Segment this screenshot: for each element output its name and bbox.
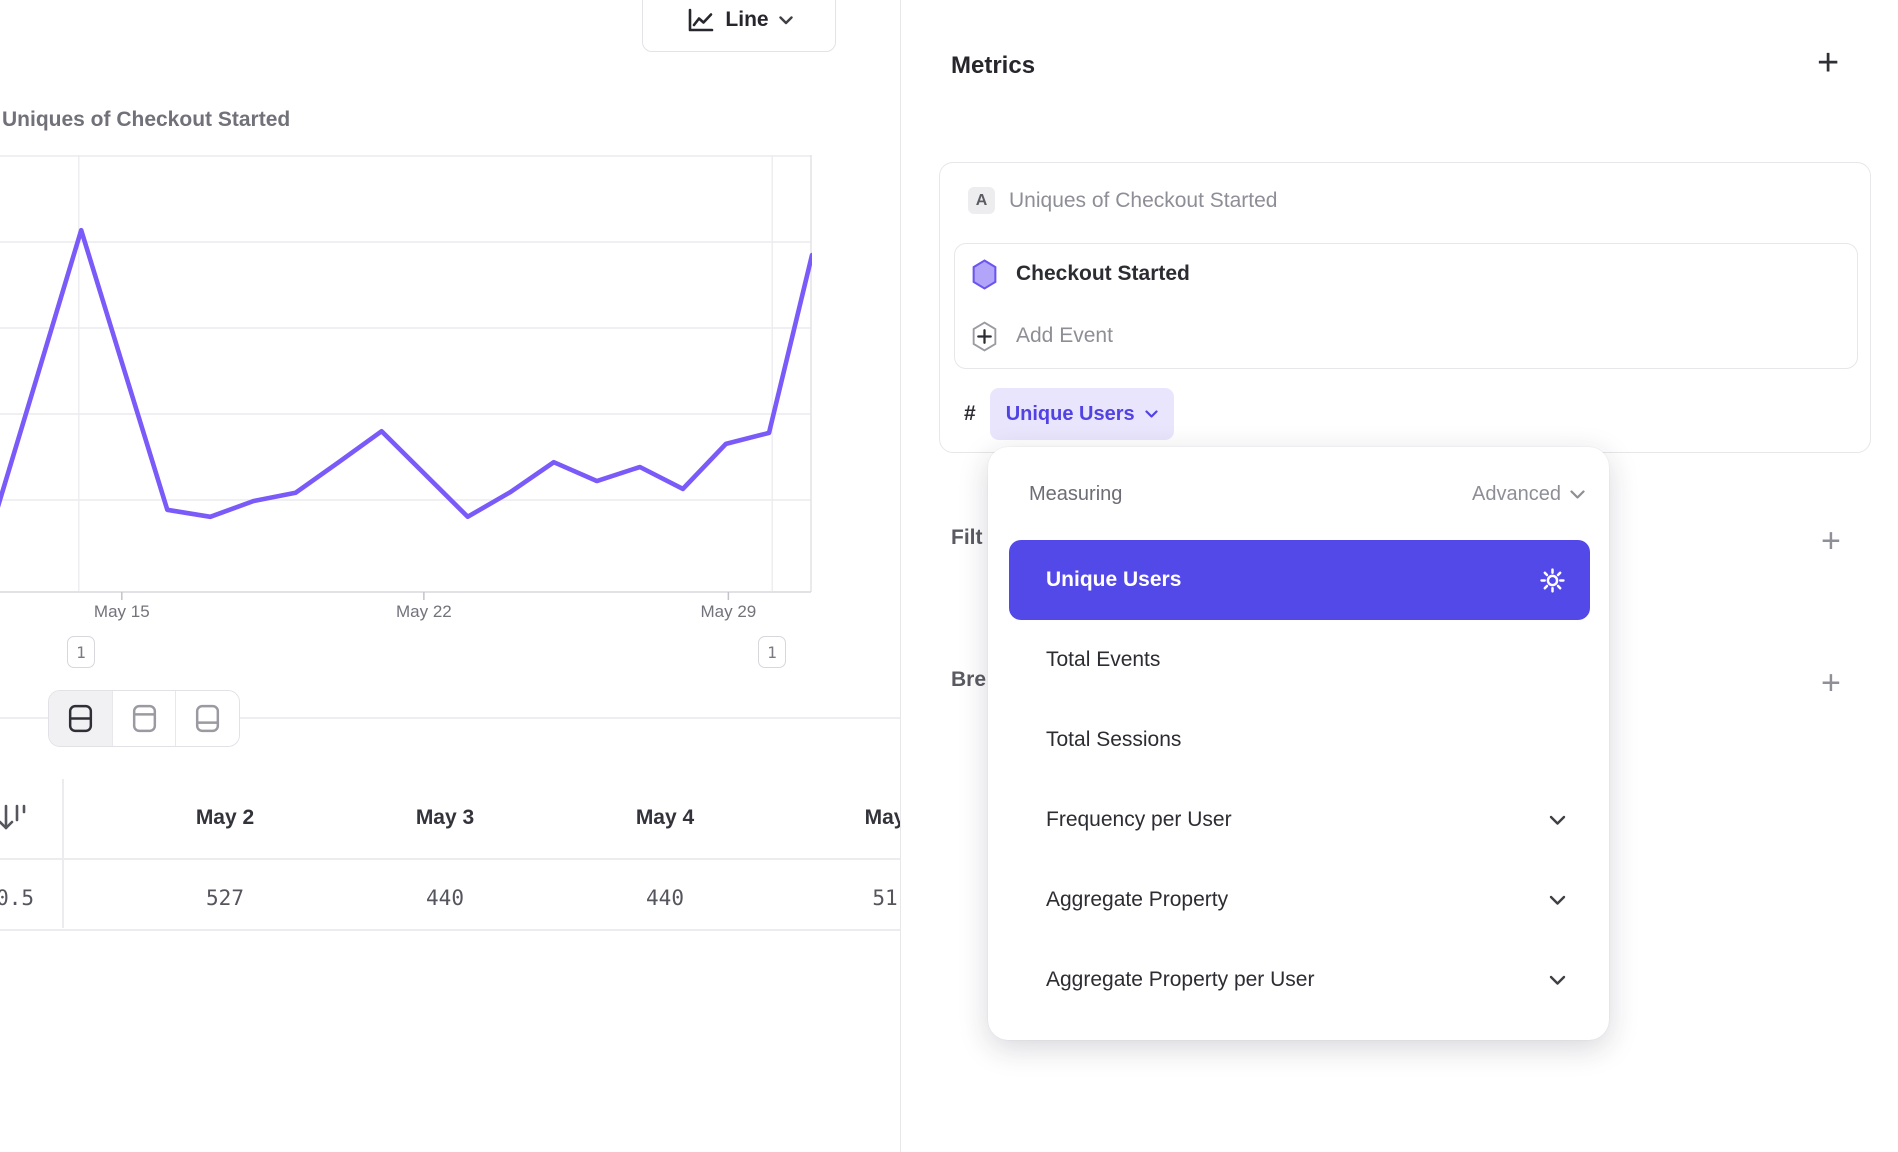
chart-pane: Line Uniques of Checkout Started May 15 M… — [0, 0, 900, 1152]
menu-item-unique-users[interactable]: Unique Users — [1009, 540, 1590, 620]
vertical-gridlines — [79, 155, 772, 591]
event-card: Checkout Started Add Event — [954, 243, 1858, 369]
measurement-label: Unique Users — [1006, 403, 1135, 426]
menu-item-label: Total Sessions — [1046, 728, 1181, 752]
metric-card: A Uniques of Checkout Started Checkout S… — [939, 162, 1871, 453]
add-event-label: Add Event — [1016, 324, 1113, 348]
measurement-dropdown[interactable]: Unique Users — [990, 388, 1174, 440]
menu-item-label: Aggregate Property per User — [1046, 968, 1314, 992]
chevron-down-icon — [779, 16, 793, 25]
event-row[interactable]: Checkout Started — [971, 258, 1190, 290]
x-axis-tick-label: May 15 — [77, 602, 167, 622]
metric-letter-badge: A — [968, 187, 995, 214]
chevron-down-icon — [1145, 410, 1158, 419]
advanced-label: Advanced — [1472, 483, 1561, 506]
table-cell: 527 — [206, 886, 244, 910]
table-column-separator — [62, 779, 64, 928]
line-chart-icon — [685, 5, 715, 35]
line-chart[interactable] — [0, 155, 812, 602]
split-view-icon — [67, 703, 94, 734]
filters-section-title: Filt — [951, 526, 991, 550]
add-event-row[interactable]: Add Event — [971, 320, 1113, 352]
count-symbol: # — [964, 402, 976, 426]
menu-item-frequency-per-user[interactable]: Frequency per User — [1009, 780, 1590, 860]
add-breakdown-button[interactable]: + — [1821, 666, 1841, 700]
menu-item-label: Frequency per User — [1046, 808, 1232, 832]
menu-item-label: Unique Users — [1046, 568, 1181, 592]
table-cell: 440 — [426, 886, 464, 910]
x-axis-ticks — [122, 592, 729, 600]
metric-name[interactable]: Uniques of Checkout Started — [1009, 189, 1278, 213]
top-panel-icon — [131, 703, 158, 734]
layout-split-view-button[interactable] — [49, 691, 112, 746]
pagination-badge-right[interactable]: 1 — [758, 636, 786, 668]
measuring-dropdown-menu: Measuring Advanced Unique Users Total Eve… — [988, 447, 1609, 1040]
event-hexagon-icon — [971, 259, 998, 290]
add-filter-button[interactable]: + — [1821, 524, 1841, 558]
table-column-header[interactable]: May 2 — [196, 806, 254, 830]
menu-item-label: Aggregate Property — [1046, 888, 1228, 912]
x-axis-tick-label: May 22 — [379, 602, 469, 622]
chevron-down-icon — [1549, 815, 1566, 826]
chart-type-dropdown[interactable]: Line — [642, 0, 836, 52]
table-cell: 440 — [646, 886, 684, 910]
event-name: Checkout Started — [1016, 262, 1190, 286]
query-builder-panel: Metrics + A Uniques of Checkout Started … — [900, 0, 1898, 1152]
sort-descending-icon[interactable] — [0, 800, 38, 840]
x-axis-tick-label: May 29 — [683, 602, 773, 622]
table-bottom-border — [0, 929, 900, 931]
pagination-badge-left[interactable]: 1 — [67, 636, 95, 668]
chevron-down-icon — [1570, 490, 1585, 500]
table-row-label: 0.5 — [0, 886, 34, 910]
chevron-down-icon — [1549, 975, 1566, 986]
menu-item-aggregate-property-per-user[interactable]: Aggregate Property per User — [1009, 940, 1590, 1020]
bottom-panel-icon — [194, 703, 221, 734]
gear-icon — [1539, 567, 1566, 594]
menu-item-total-events[interactable]: Total Events — [1009, 620, 1590, 700]
chevron-down-icon — [1549, 895, 1566, 906]
layout-chart-only-button[interactable] — [112, 691, 176, 746]
table-column-header[interactable]: May 4 — [636, 806, 694, 830]
series-line — [0, 230, 812, 517]
metrics-section-title: Metrics — [951, 52, 1035, 80]
layout-table-only-button[interactable] — [175, 691, 239, 746]
menu-item-label: Total Events — [1046, 648, 1160, 672]
table-column-header[interactable]: May 3 — [416, 806, 474, 830]
chart-type-label: Line — [725, 8, 768, 32]
chart-title: Uniques of Checkout Started — [2, 108, 290, 132]
measuring-label: Measuring — [1029, 483, 1122, 506]
advanced-toggle[interactable]: Advanced — [1472, 483, 1585, 506]
table-column-header[interactable]: May — [865, 806, 900, 830]
horizontal-gridlines — [0, 156, 811, 500]
menu-item-aggregate-property[interactable]: Aggregate Property — [1009, 860, 1590, 940]
table-header-underline — [0, 858, 900, 860]
layout-toggle-group — [48, 690, 240, 747]
menu-item-total-sessions[interactable]: Total Sessions — [1009, 700, 1590, 780]
add-metric-button[interactable]: + — [1817, 44, 1839, 82]
add-event-hexagon-icon — [971, 321, 998, 352]
breakdowns-section-title: Bre — [951, 668, 991, 692]
table-cell: 51 — [872, 886, 897, 910]
